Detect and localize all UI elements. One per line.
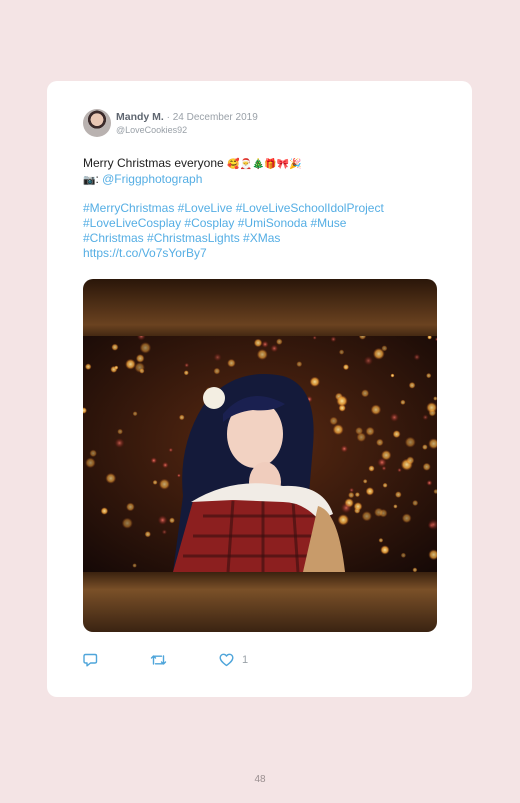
like-count: 1 [242, 654, 249, 666]
tweet-text: Merry Christmas everyone 🥰🎅🎄🎁🎀🎉 📷: @Frig… [83, 156, 443, 188]
tweet-card: Mandy M. · 24 December 2019 @LoveCookies… [47, 81, 472, 697]
author-name[interactable]: Mandy M. [116, 111, 164, 123]
tweet-text-line1: Merry Christmas everyone [83, 156, 224, 170]
retweet-icon[interactable] [150, 653, 167, 667]
hashtags-line[interactable]: #LoveLiveCosplay #Cosplay #UmiSonoda #Mu… [83, 216, 443, 231]
photographer-mention[interactable]: @Friggphotograph [102, 172, 202, 186]
camera-icon: 📷 [83, 175, 96, 186]
tweet-media[interactable] [83, 279, 437, 632]
hashtags: #MerryChristmas #LoveLive #LoveLiveSchoo… [83, 201, 443, 261]
hashtags-line[interactable]: #Christmas #ChristmasLights #XMas [83, 231, 443, 246]
reply-icon[interactable] [83, 653, 98, 667]
tweet-link[interactable]: https://t.co/Vo7sYorBy7 [83, 246, 443, 261]
page-number: 48 [254, 774, 266, 785]
author-line: Mandy M. · 24 December 2019 [116, 111, 258, 123]
author-handle[interactable]: @LoveCookies92 [116, 125, 187, 135]
hashtags-line[interactable]: #MerryChristmas #LoveLive #LoveLiveSchoo… [83, 201, 443, 216]
emoji-group: 🥰🎅🎄🎁🎀🎉 [227, 159, 302, 170]
like-icon[interactable] [219, 653, 234, 667]
avatar[interactable] [83, 109, 111, 137]
tweet-date: · 24 December 2019 [163, 112, 258, 123]
cosplay-photo [83, 336, 437, 572]
